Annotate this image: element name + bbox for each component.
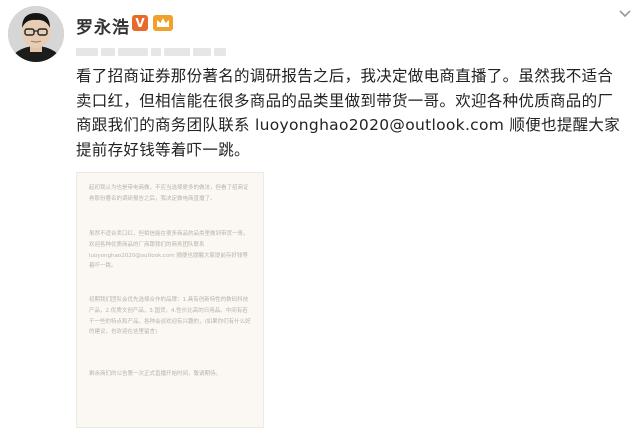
author-name[interactable]: 罗永浩 <box>76 13 130 38</box>
post-image-document[interactable]: 起初我认为也是带电商做，不应当选择更多的做法，但看了招商证券那份著名的调研报告之… <box>76 172 264 428</box>
avatar-portrait <box>8 6 64 62</box>
doc-paragraph: 剩余商们的公告第一次正式直播开始时间，敬请期待。 <box>89 371 222 377</box>
doc-paragraph: 初期我们团队会优先选择合作的品牌：1.具有创新特性的数码科技产品，2.优质文创产… <box>89 297 251 336</box>
contact-email-link[interactable]: luoyonghao2020@outlook.com <box>255 116 504 134</box>
post-meta-redacted <box>76 41 236 56</box>
verified-badge-icon: V <box>132 15 148 31</box>
avatar[interactable] <box>8 6 64 62</box>
member-crown-icon <box>153 15 173 31</box>
post-text: 看了招商证券那份著名的调研报告之后，我决定做电商直播了。虽然我不适合卖口红，但相… <box>76 64 628 162</box>
doc-paragraph: 起初我认为也是带电商做，不应当选择更多的做法，但看了招商证券那份著名的调研报告之… <box>89 185 249 202</box>
chevron-down-icon[interactable] <box>618 8 632 20</box>
doc-paragraph: 虽然不适合卖口红，但相信能在很多商品的品类里做到带货一哥。欢迎各种优质商品的厂商… <box>89 231 249 270</box>
